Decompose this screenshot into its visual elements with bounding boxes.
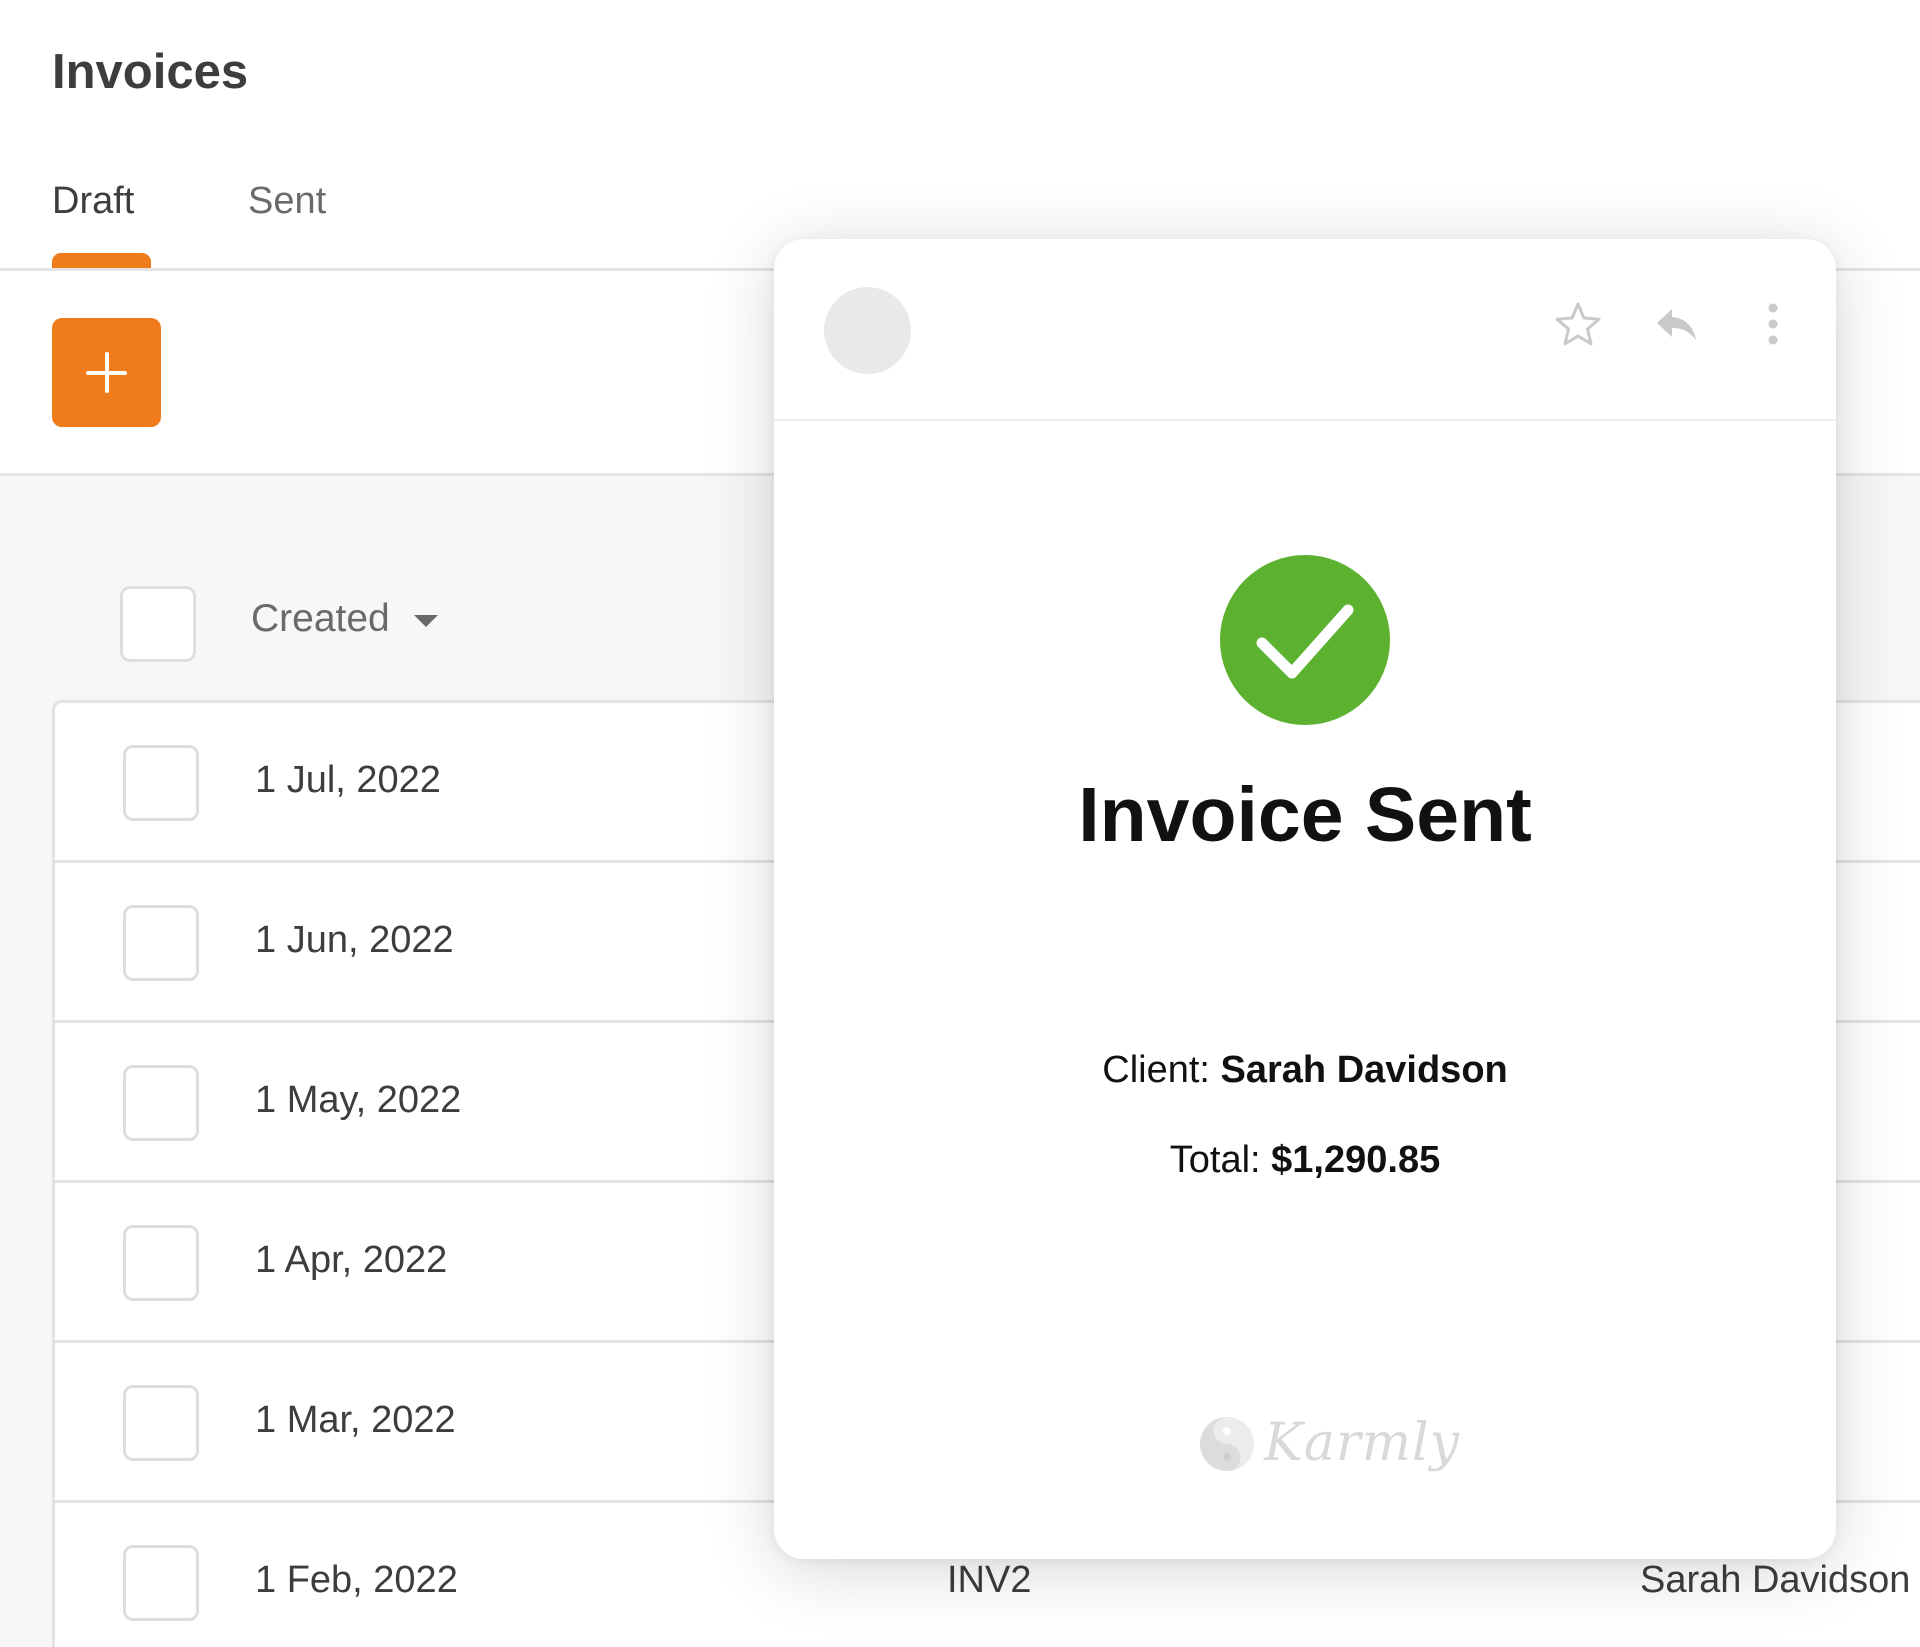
select-all-checkbox[interactable] [120,586,196,662]
caret-down-icon [413,614,438,627]
tab-draft[interactable]: Draft [52,180,134,223]
row-checkbox[interactable] [123,1545,199,1621]
email-header [774,239,1836,421]
row-client: Sarah Davidson [1640,1559,1911,1601]
row-date: 1 Feb, 2022 [255,1559,458,1601]
total-amount: $1,290.85 [1271,1139,1441,1181]
add-invoice-button[interactable] [52,318,161,427]
brand-name: Karmly [1264,1413,1461,1473]
client-label: Client: [1102,1049,1210,1091]
row-date: 1 Jun, 2022 [255,919,454,961]
row-checkbox[interactable] [123,745,199,821]
total-label: Total: [1169,1139,1261,1181]
sort-created-button[interactable]: Created [251,597,438,641]
row-date: 1 Apr, 2022 [255,1239,448,1281]
dialog-title: Invoice Sent [1078,772,1532,858]
row-date: 1 Mar, 2022 [255,1399,456,1441]
row-checkbox[interactable] [123,1065,199,1141]
row-checkbox[interactable] [123,1225,199,1301]
star-icon[interactable] [1553,299,1603,349]
total-line: Total: $1,290.85 [774,1139,1836,1182]
avatar [824,287,911,374]
active-tab-indicator [52,253,151,268]
invoice-sent-dialog: Invoice Sent Client: Sarah Davidson Tota… [774,239,1836,1559]
row-checkbox[interactable] [123,1385,199,1461]
brand-logo: Karmly [1198,1409,1459,1479]
row-invoice-number: INV2 [947,1559,1032,1601]
tab-sent[interactable]: Sent [248,180,326,223]
row-date: 1 Jul, 2022 [255,759,441,801]
client-line: Client: Sarah Davidson [774,1049,1836,1092]
row-date: 1 May, 2022 [255,1079,462,1121]
karmly-logo-icon [1198,1415,1256,1473]
checkmark-circle-icon [1220,555,1390,725]
invoices-page: Invoices Draft Sent Created 1 Jul, 2022 … [0,0,1920,1647]
row-checkbox[interactable] [123,905,199,981]
reply-icon[interactable] [1651,299,1701,349]
client-name: Sarah Davidson [1220,1049,1508,1091]
sort-label: Created [251,597,390,640]
page-title: Invoices [52,45,249,99]
more-vertical-icon[interactable] [1748,299,1798,349]
